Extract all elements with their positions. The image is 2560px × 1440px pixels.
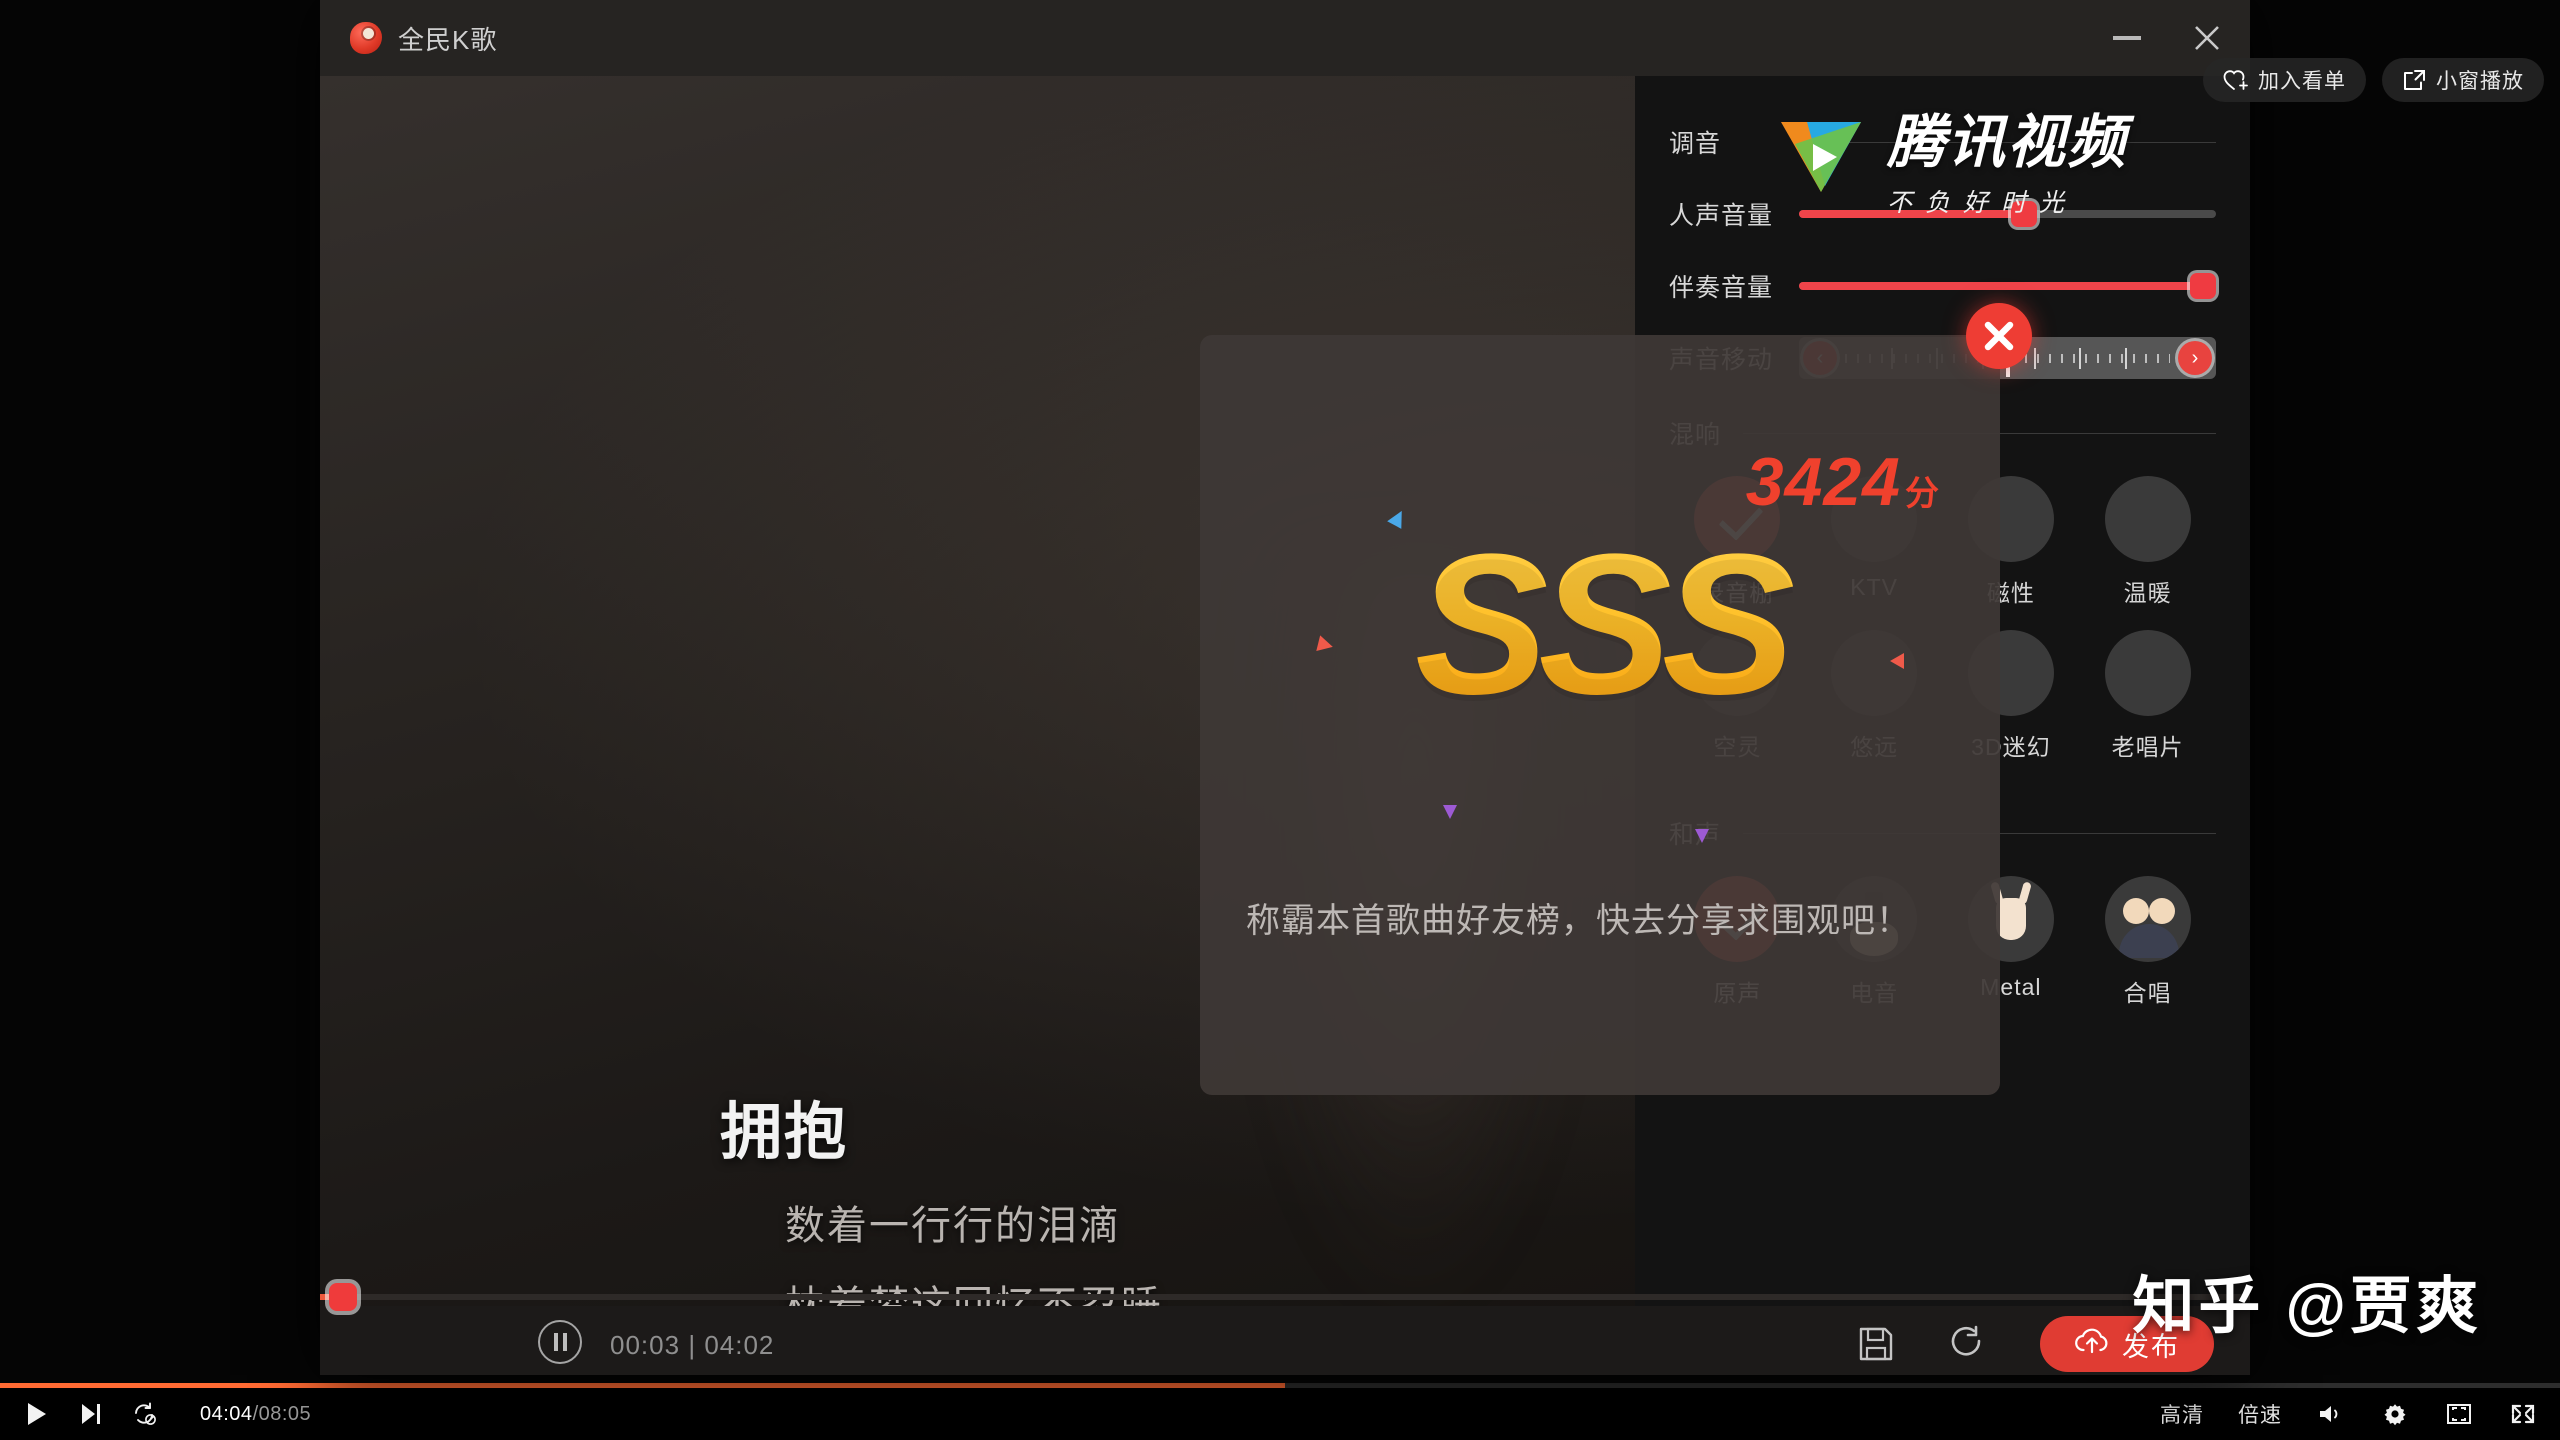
watermark: 知乎 @贾爽: [2132, 1272, 2482, 1341]
accompaniment-volume-row: 伴奏音量: [1669, 250, 2217, 322]
volume-icon[interactable]: [2316, 1399, 2346, 1429]
score-number: 3424: [1745, 444, 1901, 520]
brand-slogan: 不负好时光: [1887, 189, 2078, 217]
gear-icon[interactable]: [2380, 1399, 2410, 1429]
effect-label: 温暖: [2123, 580, 2172, 606]
speed-button[interactable]: 倍速: [2238, 1399, 2282, 1429]
app-total-time: 04:02: [704, 1330, 775, 1360]
accompaniment-volume-fill: [1799, 282, 2204, 290]
tencent-video-brand: 腾讯视频 不负好时光: [1775, 95, 2127, 219]
pause-icon[interactable]: [538, 1320, 582, 1364]
restart-icon[interactable]: [1948, 1324, 1988, 1364]
app-time-separator: |: [688, 1330, 697, 1360]
app-progress-handle[interactable]: [329, 1283, 358, 1311]
close-icon[interactable]: [2190, 21, 2224, 55]
app-control-bar: 00:03 | 04:02 发布: [320, 1283, 2250, 1375]
chevron-right-icon[interactable]: ›: [2178, 341, 2212, 375]
app-current-time: 00:03: [610, 1330, 681, 1360]
app-title-bar: 全民K歌: [320, 0, 2250, 76]
effect-label: 老唱片: [2111, 734, 2184, 760]
quality-button[interactable]: 高清: [2160, 1399, 2204, 1429]
add-to-watchlist-button[interactable]: 加入看单: [2203, 58, 2366, 102]
player-top-buttons: 加入看单 小窗播放: [2203, 58, 2544, 102]
app-time-display: 00:03 | 04:02: [610, 1330, 774, 1361]
brand-text: 腾讯视频 不负好时光: [1887, 95, 2127, 219]
fullscreen-icon[interactable]: [2444, 1399, 2474, 1429]
next-track-icon[interactable]: [76, 1399, 106, 1429]
accompaniment-volume-knob[interactable]: [2190, 273, 2217, 299]
effect-item-vintage[interactable]: 老唱片: [2079, 630, 2216, 762]
effect-item-warm[interactable]: 温暖: [2079, 476, 2216, 608]
save-icon[interactable]: [1856, 1324, 1896, 1364]
upload-cloud-icon: [2074, 1327, 2110, 1362]
accompaniment-volume-label: 伴奏音量: [1669, 274, 1774, 302]
confetti-piece: [1443, 805, 1457, 819]
app-title: 全民K歌: [398, 24, 498, 55]
popout-window-icon: [2402, 68, 2427, 92]
loop-off-icon[interactable]: [130, 1399, 160, 1429]
web-fullscreen-icon[interactable]: [2508, 1399, 2538, 1429]
player-right-controls: 高清 倍速: [2160, 1399, 2538, 1429]
confetti-piece: [1695, 829, 1709, 843]
screen: 加入看单 小窗播放 腾讯视频 不负好时光 04:04/08:05 高清 倍速 全…: [0, 0, 2560, 1440]
play-icon[interactable]: [22, 1399, 52, 1429]
heart-plus-icon: [2223, 68, 2249, 92]
player-total-time: 08:05: [258, 1402, 312, 1425]
duet-icon: [2104, 876, 2191, 962]
score-unit: 分: [1905, 475, 1940, 513]
result-message: 称霸本首歌曲好友榜，快去分享求围观吧！: [1246, 902, 1911, 940]
mini-window-button[interactable]: 小窗播放: [2382, 58, 2544, 102]
player-time-display: 04:04/08:05: [200, 1403, 311, 1426]
minimize-icon[interactable]: [2110, 21, 2144, 55]
mini-window-label: 小窗播放: [2436, 70, 2524, 93]
add-to-watchlist-label: 加入看单: [2258, 70, 2346, 93]
app-progress-bar[interactable]: [320, 1283, 2250, 1311]
player-left-controls: 04:04/08:05: [22, 1399, 311, 1429]
score-result-dialog: 3424 分 SSS 称霸本首歌曲好友榜，快去分享求围观吧！: [1200, 303, 2032, 1095]
player-control-bar: 04:04/08:05 高清 倍速: [0, 1388, 2560, 1440]
effect-thumb-warm: [2104, 476, 2191, 562]
player-current-time: 04:04: [200, 1402, 253, 1425]
harmony-item-chorus[interactable]: 合唱: [2079, 876, 2216, 1008]
close-circle-icon[interactable]: [1966, 303, 2032, 369]
effect-thumb-vintage: [2104, 630, 2191, 716]
brand-name: 腾讯视频: [1887, 110, 2128, 175]
rank-grade: SSS: [1200, 510, 2000, 740]
harmony-label: 合唱: [2123, 980, 2172, 1006]
kge-app-icon: [350, 22, 382, 54]
tencent-video-logo: [1775, 114, 1867, 200]
accompaniment-volume-slider[interactable]: [1799, 273, 2217, 299]
